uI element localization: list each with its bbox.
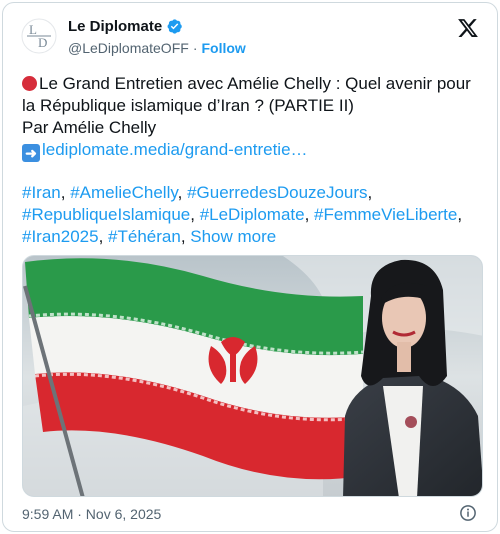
hashtags-block: #Iran, #AmelieChelly, #GuerredesDouzeJou… [22,183,463,246]
post-byline: Par Amélie Chelly [22,118,157,137]
post-text: Le Grand Entretien avec Amélie Chelly : … [22,73,484,162]
article-link[interactable]: lediplomate.media/grand-entretie… [42,140,308,159]
hashtag-guerredesdouzejours[interactable]: #GuerredesDouzeJours [187,183,367,202]
post-card: L D Le Diplomate @LeDiplomateOFF · Follo… [2,2,498,532]
iran-flag-portrait-image [23,256,482,496]
author-handle-row: @LeDiplomateOFF · Follow [68,40,246,56]
author-name[interactable]: Le Diplomate [68,18,162,35]
hashtag-republiqueislamique[interactable]: #RepubliqueIslamique [22,205,190,224]
verified-badge-icon [167,19,182,34]
svg-text:L: L [29,22,37,37]
handle-separator: · [192,40,198,56]
le-diplomate-logo-icon: L D [21,18,57,54]
hashtag-lediplomate[interactable]: #LeDiplomate [200,205,305,224]
svg-text:D: D [38,35,47,50]
post-image[interactable] [22,255,483,497]
right-arrow-emoji-icon: ➜ [22,144,40,162]
follow-button[interactable]: Follow [201,40,245,56]
hashtag-iran[interactable]: #Iran [22,183,61,202]
author-handle[interactable]: @LeDiplomateOFF [68,40,189,56]
author-name-row: Le Diplomate [68,18,183,35]
author-avatar[interactable]: L D [20,17,58,55]
red-circle-emoji-icon [22,76,37,91]
post-timestamp[interactable]: 9:59 AM · Nov 6, 2025 [22,506,161,522]
post-header: L D Le Diplomate @LeDiplomateOFF · Follo… [20,15,483,59]
hashtag-iran2025[interactable]: #Iran2025 [22,227,99,246]
hashtag-femmevieliberte[interactable]: #FemmeVieLiberte [314,205,457,224]
hashtag-ameliechelly[interactable]: #AmelieChelly [70,183,177,202]
x-logo-icon[interactable] [457,17,479,39]
post-headline: Le Grand Entretien avec Amélie Chelly : … [22,74,471,115]
hashtag-teheran[interactable]: #Téhéran [108,227,181,246]
info-icon[interactable] [459,504,477,522]
show-more-link[interactable]: Show more [190,227,276,246]
